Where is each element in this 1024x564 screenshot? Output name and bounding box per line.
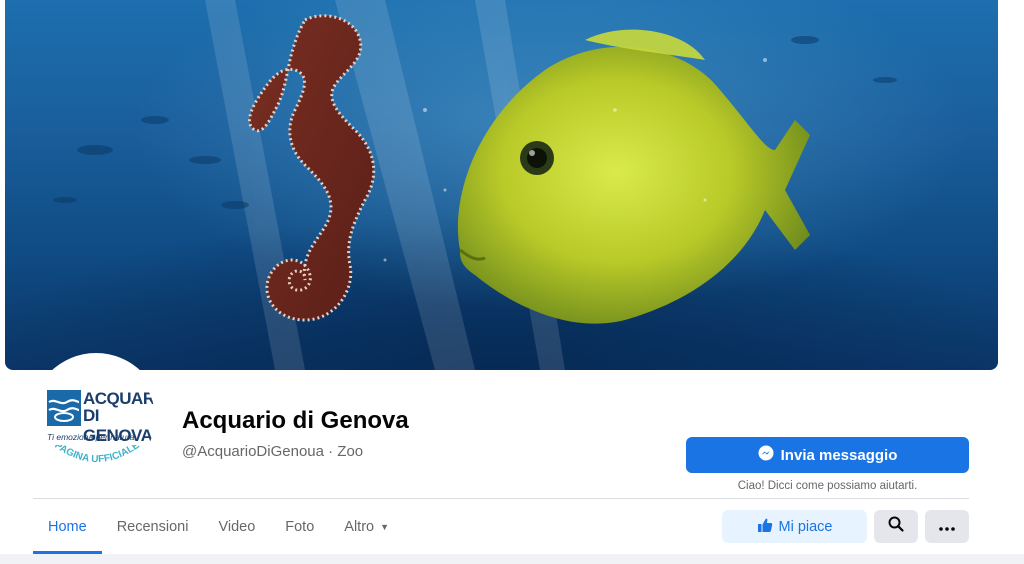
cover-illustration <box>53 0 977 370</box>
like-button[interactable]: Mi piace <box>722 510 867 543</box>
fish-wave-icon <box>47 390 81 426</box>
send-message-button[interactable]: Invia messaggio <box>686 437 969 473</box>
header-divider <box>33 498 969 499</box>
tab-home[interactable]: Home <box>33 500 102 554</box>
official-page-badge-text: PAGINA UFFICIALE <box>52 445 141 465</box>
svg-text:PAGINA UFFICIALE: PAGINA UFFICIALE <box>52 445 141 465</box>
send-message-label: Invia messaggio <box>780 446 898 464</box>
tab-photos-label: Foto <box>285 519 315 535</box>
more-dots-icon <box>939 518 955 536</box>
search-icon <box>888 516 904 537</box>
page-username-category: @AcquarioDiGenoua · Zoo <box>182 443 364 460</box>
logo-tagline: Ti emoziona per natura. <box>47 432 137 442</box>
tab-reviews-label: Recensioni <box>116 519 189 535</box>
tab-reviews[interactable]: Recensioni <box>102 500 204 554</box>
tab-video[interactable]: Video <box>203 500 270 554</box>
tab-photos[interactable]: Foto <box>270 500 329 554</box>
cover-photo[interactable] <box>5 0 998 370</box>
more-options-button[interactable] <box>925 510 969 543</box>
like-button-label: Mi piace <box>778 518 833 535</box>
page-title: Acquario di Genova <box>182 407 409 434</box>
search-button[interactable] <box>874 510 918 543</box>
tab-video-label: Video <box>218 519 256 535</box>
profile-avatar[interactable]: ACQUARIO DI GENOVA Ti emoziona per natur… <box>33 355 159 481</box>
caret-down-icon: ▼ <box>380 522 390 532</box>
messenger-icon <box>758 445 774 465</box>
tab-more-label: Altro <box>344 519 375 535</box>
tab-more[interactable]: Altro ▼ <box>329 500 404 554</box>
official-page-badge: PAGINA UFFICIALE <box>52 445 141 465</box>
page-tabs: Home Recensioni Video Foto Altro ▼ <box>33 500 404 554</box>
tab-home-label: Home <box>48 519 87 535</box>
acquario-logo: ACQUARIO DI GENOVA Ti emoziona per natur… <box>37 359 155 477</box>
content-background <box>0 554 1024 564</box>
message-prompt-text: Ciao! Dicci come possiamo aiutarti. <box>737 480 918 492</box>
thumbs-up-icon <box>757 517 773 537</box>
